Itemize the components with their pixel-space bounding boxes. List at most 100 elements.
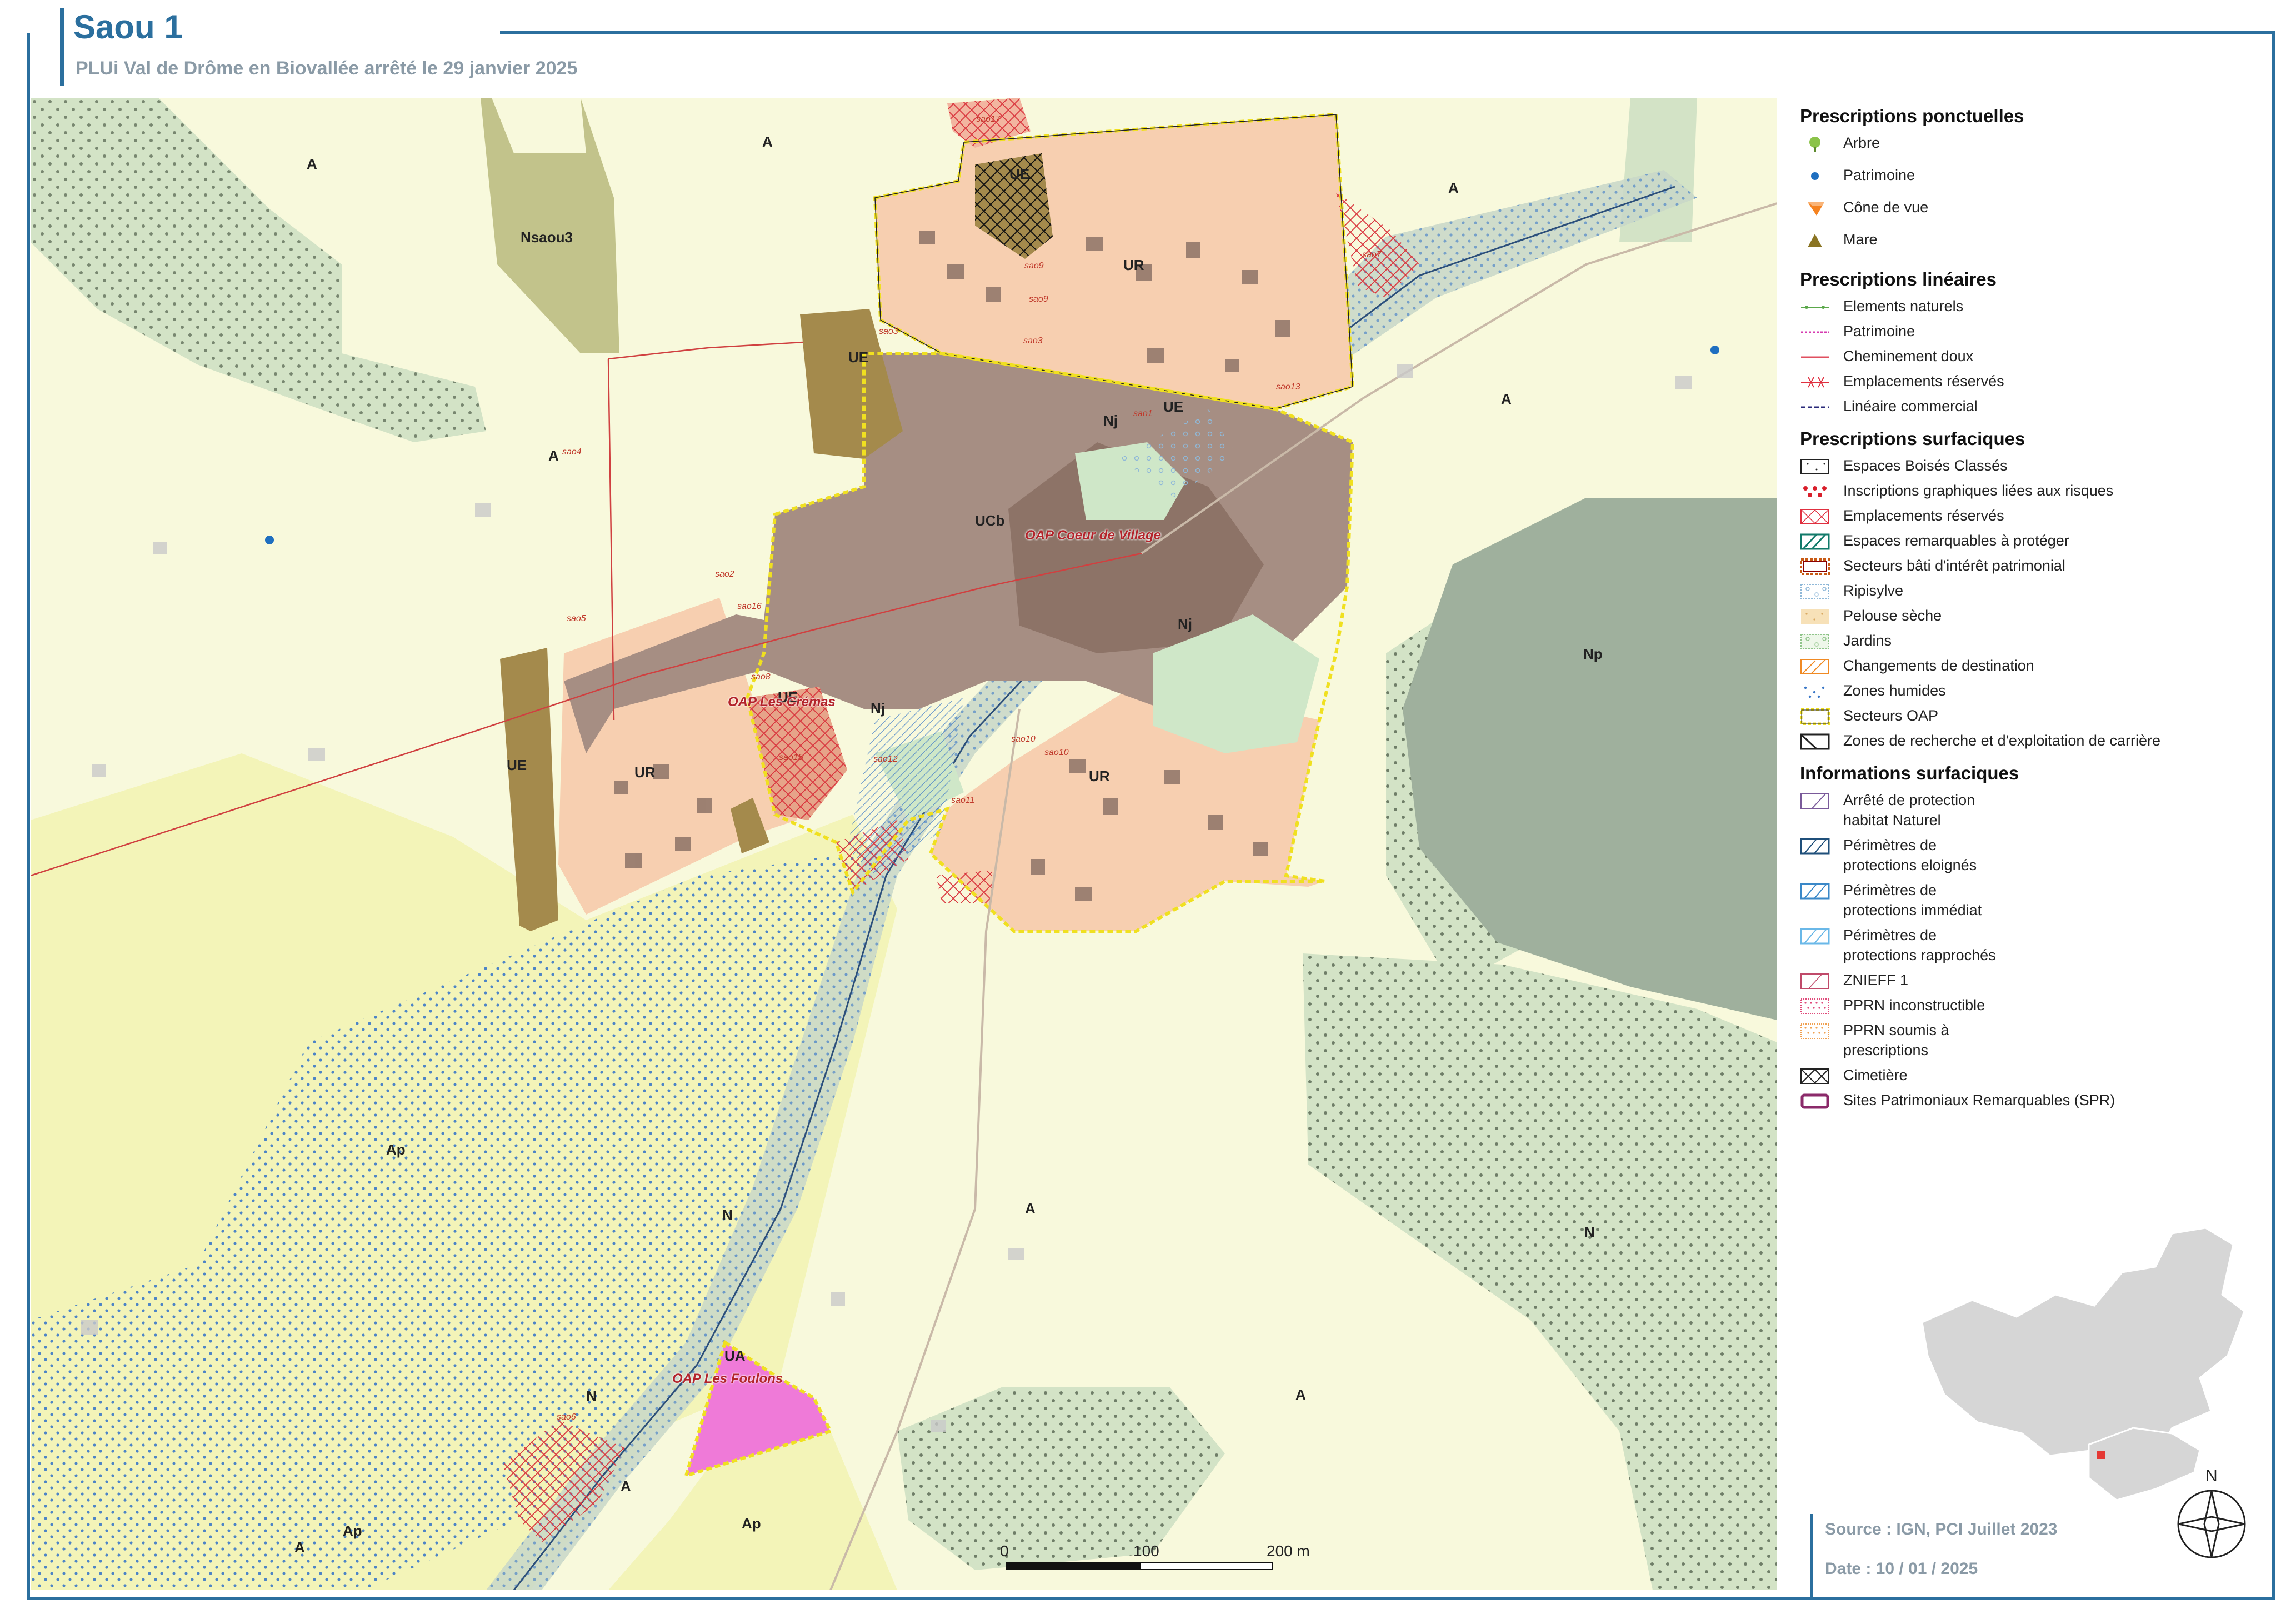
legend-item-label: Cimetière — [1843, 1067, 1908, 1083]
map-title: Saou 1 — [73, 8, 183, 46]
legend-item-label: Périmètres de — [1843, 927, 1937, 943]
legend-item-label-line2: habitat Naturel — [1843, 812, 1941, 828]
reserved-area-label: sao1 — [1133, 409, 1153, 418]
legend-item-label: ZNIEFF 1 — [1843, 972, 1909, 988]
legend-item: Cône de vue — [1800, 198, 2255, 220]
legend-item-label: Périmètres de — [1843, 837, 1937, 853]
scale-segment-white — [1140, 1562, 1273, 1570]
scale-segment-black — [1006, 1562, 1140, 1570]
zone-label: N — [722, 1207, 733, 1223]
frame-left-border — [27, 33, 30, 1600]
legend-item: Linéaire commercial — [1800, 397, 2255, 419]
legend-item: Emplacements réservés — [1800, 506, 2255, 528]
legend-item-label: Périmètres de — [1843, 882, 1937, 898]
legend-item: Inscriptions graphiques liées aux risque… — [1800, 481, 2255, 503]
zone-label: A — [1295, 1386, 1306, 1403]
legend-item-label-line2: protections immédiat — [1843, 902, 1982, 918]
box-crosshatch — [1800, 1068, 1830, 1085]
legend-item: Zones humides — [1800, 681, 2255, 703]
box-red-cross — [1800, 508, 1830, 525]
reserved-area-label: sao8 — [751, 672, 771, 682]
legend-item: Jardins — [1800, 631, 2255, 653]
legend-item: PPRN soumis à prescriptions — [1800, 1021, 2255, 1058]
zone-label: A — [621, 1478, 631, 1495]
reserved-area-label: sao5 — [567, 614, 586, 623]
zone-label: Nj — [1103, 412, 1118, 429]
legend-item-label: Jardins — [1843, 632, 1892, 649]
reserved-area-label: sao7 — [1362, 250, 1382, 259]
box-purple-thick — [1800, 1093, 1830, 1110]
north-label: N — [2205, 1467, 2218, 1485]
box-red-dots — [1800, 483, 1830, 500]
legend-item-label: Secteurs bâti d'intérêt patrimonial — [1843, 557, 2065, 574]
legend-item-label: Pelouse sèche — [1843, 607, 1942, 624]
reserved-area-label: sao11 — [951, 796, 975, 805]
legend-item-label: Secteurs OAP — [1843, 707, 1939, 724]
zone-label: A — [294, 1539, 305, 1556]
reserved-area-label: sao10 — [1011, 734, 1036, 744]
zone-label: Ap — [343, 1522, 362, 1539]
legend-item: Secteurs bâti d'intérêt patrimonial — [1800, 556, 2255, 578]
box-tan-dots — [1800, 608, 1830, 625]
box-dots — [1800, 458, 1830, 475]
zone-label: Nsaou3 — [521, 229, 573, 246]
legend-item-label: Inscriptions graphiques liées aux risque… — [1843, 482, 2114, 499]
map-canvas[interactable] — [31, 98, 1777, 1590]
legend-item: Pelouse sèche — [1800, 606, 2255, 628]
reserved-area-label: sao2 — [715, 569, 734, 579]
triangle-olive — [1800, 232, 1830, 249]
legend-item: Cheminement doux — [1800, 347, 2255, 369]
legend-item-label: Patrimoine — [1843, 167, 1915, 183]
locator-highlight — [2097, 1451, 2105, 1459]
zone-label: A — [1448, 179, 1459, 196]
zone-label: N — [1584, 1224, 1595, 1241]
box-blue-circles — [1800, 583, 1830, 600]
box-yellow-dash — [1799, 708, 1830, 726]
reserved-area-label: sao6 — [557, 1412, 576, 1422]
zone-label: Nj — [1178, 616, 1192, 632]
legend-item: Changements de destination — [1800, 656, 2255, 678]
legend-item-label: Zones humides — [1843, 682, 1946, 699]
box-blue-dots — [1800, 683, 1830, 700]
box-pink-dots — [1800, 998, 1830, 1015]
zone-label: UE — [848, 349, 869, 366]
tree-icon — [1800, 136, 1830, 152]
footer-separator — [1810, 1514, 1813, 1597]
box-black-diag — [1800, 733, 1830, 750]
scale-tick-100: 100 — [1133, 1542, 1159, 1560]
legend-item-label: Sites Patrimoniaux Remarquables (SPR) — [1843, 1092, 2115, 1108]
legend: Prescriptions ponctuelles Arbre Patrimoine… — [1799, 106, 2255, 1109]
box-darkblue-hatch — [1800, 838, 1830, 855]
scale-tick-0: 0 — [1000, 1542, 1009, 1560]
frame-right-border — [2272, 31, 2275, 1600]
line-navy-dash — [1800, 399, 1830, 416]
zone-label: N — [586, 1387, 597, 1404]
legend-item-label: Ripisylve — [1843, 582, 1904, 599]
legend-item-label: Mare — [1843, 231, 1878, 248]
zone-label: UA — [724, 1347, 746, 1364]
legend-item: Zones de recherche et d'exploitation de … — [1800, 731, 2255, 753]
zone-label: UE — [507, 757, 527, 773]
zone-label: Np — [1583, 646, 1603, 662]
reserved-area-label: sao3 — [879, 327, 898, 336]
reserved-area-label: sao17 — [976, 114, 1001, 124]
legend-item-label: Arbre — [1843, 134, 1880, 151]
legend-section-title: Prescriptions ponctuelles — [1800, 106, 2024, 126]
zone-label: UCb — [975, 512, 1005, 529]
reserved-area-label: sao9 — [1029, 294, 1048, 304]
box-orange-dots — [1800, 1023, 1830, 1040]
legend-item-label-line2: protections eloignés — [1843, 857, 1977, 873]
legend-item: Patrimoine — [1800, 166, 2255, 188]
legend-item: Elements naturels — [1800, 297, 2255, 319]
zone-label: A — [1501, 391, 1512, 407]
box-pink-hatch — [1800, 973, 1830, 990]
reserved-area-label: sao4 — [562, 447, 582, 457]
legend-item-label: Changements de destination — [1843, 657, 2034, 674]
legend-item-label: PPRN inconstructible — [1843, 997, 1985, 1013]
legend-item: Ripisylve — [1800, 581, 2255, 603]
zone-label: A — [762, 133, 773, 150]
zone-label: UR — [1123, 257, 1144, 273]
box-purple-hatch — [1800, 793, 1830, 809]
legend-item-label: Elements naturels — [1843, 298, 1964, 314]
legend-item-label: Cône de vue — [1843, 199, 1929, 216]
